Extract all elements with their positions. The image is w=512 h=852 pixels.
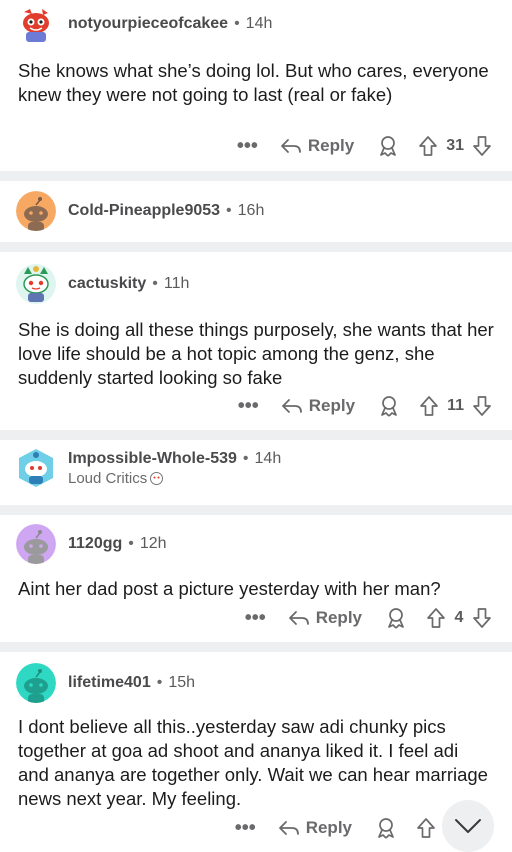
comment-age: 12h xyxy=(139,535,167,552)
separator-dot: • xyxy=(128,535,134,552)
avatar[interactable] xyxy=(16,264,56,304)
comment-divider xyxy=(0,171,512,181)
snoo-avatar-icon xyxy=(16,4,56,44)
comment-header[interactable]: Cold-Pineapple9053 • 16h xyxy=(16,191,264,231)
snoo-avatar-icon xyxy=(19,449,53,487)
reply-arrow-icon xyxy=(288,611,309,625)
upvote-arrow-icon[interactable] xyxy=(416,817,436,839)
snoo-avatar-icon xyxy=(16,663,56,703)
award-button[interactable] xyxy=(384,606,408,630)
separator-dot: • xyxy=(156,674,163,691)
comment-divider xyxy=(0,430,512,440)
comment-actions: ••• Reply xyxy=(235,813,436,843)
reply-button[interactable]: Reply xyxy=(281,396,355,416)
comment-age: 14h xyxy=(245,15,273,32)
reply-button[interactable]: Reply xyxy=(288,608,362,628)
comment-divider xyxy=(0,242,512,252)
vote-count: 4 xyxy=(454,609,464,626)
comment-actions: ••• Reply 4 xyxy=(245,603,492,633)
award-icon xyxy=(380,136,397,157)
award-icon xyxy=(388,608,404,629)
vote-controls: 11 xyxy=(419,395,492,417)
more-options-button[interactable]: ••• xyxy=(238,396,259,416)
comment-header: notyourpieceofcakee • 14h xyxy=(16,4,272,44)
comment-age: 15h xyxy=(168,674,196,691)
downvote-arrow-icon[interactable] xyxy=(472,135,492,157)
reply-arrow-icon xyxy=(281,399,302,413)
comment-header: 1120gg • 12h xyxy=(16,524,167,564)
separator-dot: • xyxy=(242,449,249,467)
comment-age: 14h xyxy=(254,449,282,467)
avatar[interactable] xyxy=(16,524,56,564)
scroll-down-button[interactable] xyxy=(442,800,494,852)
award-button[interactable] xyxy=(377,394,401,418)
comment-header: lifetime401 • 15h xyxy=(16,663,195,703)
award-button[interactable] xyxy=(374,816,398,840)
avatar[interactable] xyxy=(16,448,56,488)
comment-age: 11h xyxy=(163,275,190,292)
snoo-avatar-icon xyxy=(16,191,56,231)
username[interactable]: 1120gg xyxy=(68,535,122,553)
vote-count: 11 xyxy=(447,397,464,414)
reply-arrow-icon xyxy=(281,139,301,153)
snoo-avatar-icon xyxy=(16,264,56,304)
reply-label: Reply xyxy=(305,818,352,837)
reply-button[interactable]: Reply xyxy=(280,136,354,156)
comment-divider xyxy=(0,642,512,652)
comment-actions: ••• Reply 11 xyxy=(238,391,492,421)
award-icon xyxy=(378,818,394,839)
comment-body: She is doing all these things purposely,… xyxy=(18,319,494,388)
comment-header: cactuskity • 11h xyxy=(16,264,189,304)
vote-count: 31 xyxy=(446,137,464,154)
user-flair: Loud Critics xyxy=(68,470,281,487)
chevron-down-icon xyxy=(455,819,481,833)
avatar[interactable] xyxy=(16,4,56,44)
flair-emoji-icon xyxy=(150,471,164,485)
comment-body: She knows what she’s doing lol. But who … xyxy=(18,60,489,105)
comment-age: 16h xyxy=(237,202,265,219)
avatar[interactable] xyxy=(16,191,56,231)
comment-body: Aint her dad post a picture yesterday wi… xyxy=(18,578,441,599)
more-options-button[interactable]: ••• xyxy=(237,136,258,156)
award-icon xyxy=(381,396,397,417)
reply-label: Reply xyxy=(308,396,356,415)
comment-actions: ••• Reply 31 xyxy=(237,131,492,161)
username[interactable]: cactuskity xyxy=(68,275,146,293)
vote-controls xyxy=(416,817,436,839)
username[interactable]: notyourpieceofcakee xyxy=(68,15,228,33)
reply-label: Reply xyxy=(307,136,355,155)
more-options-button[interactable]: ••• xyxy=(245,608,266,628)
comment-divider xyxy=(0,505,512,515)
vote-controls: 31 xyxy=(418,135,492,157)
avatar[interactable] xyxy=(16,663,56,703)
reply-button[interactable]: Reply xyxy=(278,818,352,838)
award-button[interactable] xyxy=(376,134,400,158)
reply-arrow-icon xyxy=(278,821,299,835)
comment-header[interactable]: Impossible-Whole-539 • 14h Loud Critics xyxy=(16,448,281,488)
username[interactable]: lifetime401 xyxy=(68,674,151,692)
downvote-arrow-icon[interactable] xyxy=(472,395,492,417)
snoo-avatar-icon xyxy=(16,524,56,564)
upvote-arrow-icon[interactable] xyxy=(426,607,446,629)
vote-controls: 4 xyxy=(426,607,492,629)
downvote-arrow-icon[interactable] xyxy=(472,607,492,629)
username[interactable]: Impossible-Whole-539 xyxy=(68,450,237,468)
reply-label: Reply xyxy=(315,608,362,627)
separator-dot: • xyxy=(152,275,158,292)
username[interactable]: Cold-Pineapple9053 xyxy=(68,202,220,220)
comment-body: I dont believe all this..yesterday saw a… xyxy=(18,716,488,809)
separator-dot: • xyxy=(226,202,232,219)
flair-label: Loud Critics xyxy=(68,469,148,487)
upvote-arrow-icon[interactable] xyxy=(418,135,438,157)
upvote-arrow-icon[interactable] xyxy=(419,395,439,417)
more-options-button[interactable]: ••• xyxy=(235,818,256,838)
separator-dot: • xyxy=(234,15,240,32)
